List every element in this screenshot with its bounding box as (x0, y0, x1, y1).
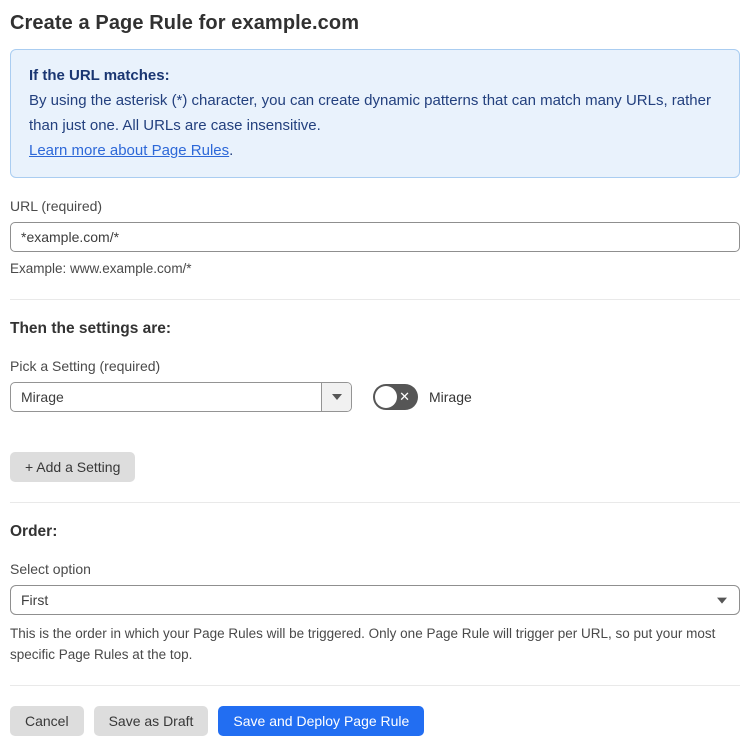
setting-row: Mirage ✕ Mirage (10, 382, 740, 412)
url-match-info-box: If the URL matches: By using the asteris… (10, 49, 740, 178)
info-box-heading: If the URL matches: (29, 67, 170, 84)
info-box-body: By using the asterisk (*) character, you… (29, 92, 711, 134)
order-section-heading: Order: (10, 523, 58, 540)
setting-dropdown-value: Mirage (21, 389, 64, 405)
url-input[interactable] (10, 222, 740, 252)
footer-actions: Cancel Save as Draft Save and Deploy Pag… (10, 706, 740, 736)
mirage-toggle-wrap: ✕ Mirage (373, 384, 472, 410)
divider (10, 685, 740, 686)
url-field-label: URL (required) (10, 198, 103, 214)
setting-dropdown[interactable]: Mirage (10, 382, 352, 412)
chevron-down-icon (331, 394, 342, 400)
divider (10, 299, 740, 300)
order-help-text: This is the order in which your Page Rul… (10, 626, 716, 662)
save-and-deploy-button[interactable]: Save and Deploy Page Rule (218, 706, 425, 736)
mirage-toggle[interactable]: ✕ (373, 384, 418, 410)
cancel-button[interactable]: Cancel (10, 706, 84, 736)
page-title: Create a Page Rule for example.com (10, 12, 360, 34)
chevron-down-icon (717, 597, 727, 604)
select-option-label: Select option (10, 561, 91, 577)
toggle-off-x-icon: ✕ (399, 389, 410, 405)
add-setting-button[interactable]: + Add a Setting (10, 452, 136, 482)
order-select[interactable]: First (10, 585, 740, 615)
divider (10, 502, 740, 503)
pick-setting-label: Pick a Setting (required) (10, 358, 161, 374)
url-field-group: URL (required) Example: www.example.com/… (10, 198, 740, 279)
settings-section-heading: Then the settings are: (10, 320, 172, 337)
setting-dropdown-arrow-button[interactable] (321, 383, 351, 411)
toggle-label: Mirage (429, 389, 472, 405)
learn-more-link[interactable]: Learn more about Page Rules (29, 142, 229, 159)
save-as-draft-button[interactable]: Save as Draft (93, 706, 209, 736)
order-select-value: First (21, 592, 49, 608)
link-period: . (229, 142, 234, 159)
toggle-knob (375, 386, 397, 408)
url-example-text: Example: www.example.com/* (10, 261, 192, 276)
